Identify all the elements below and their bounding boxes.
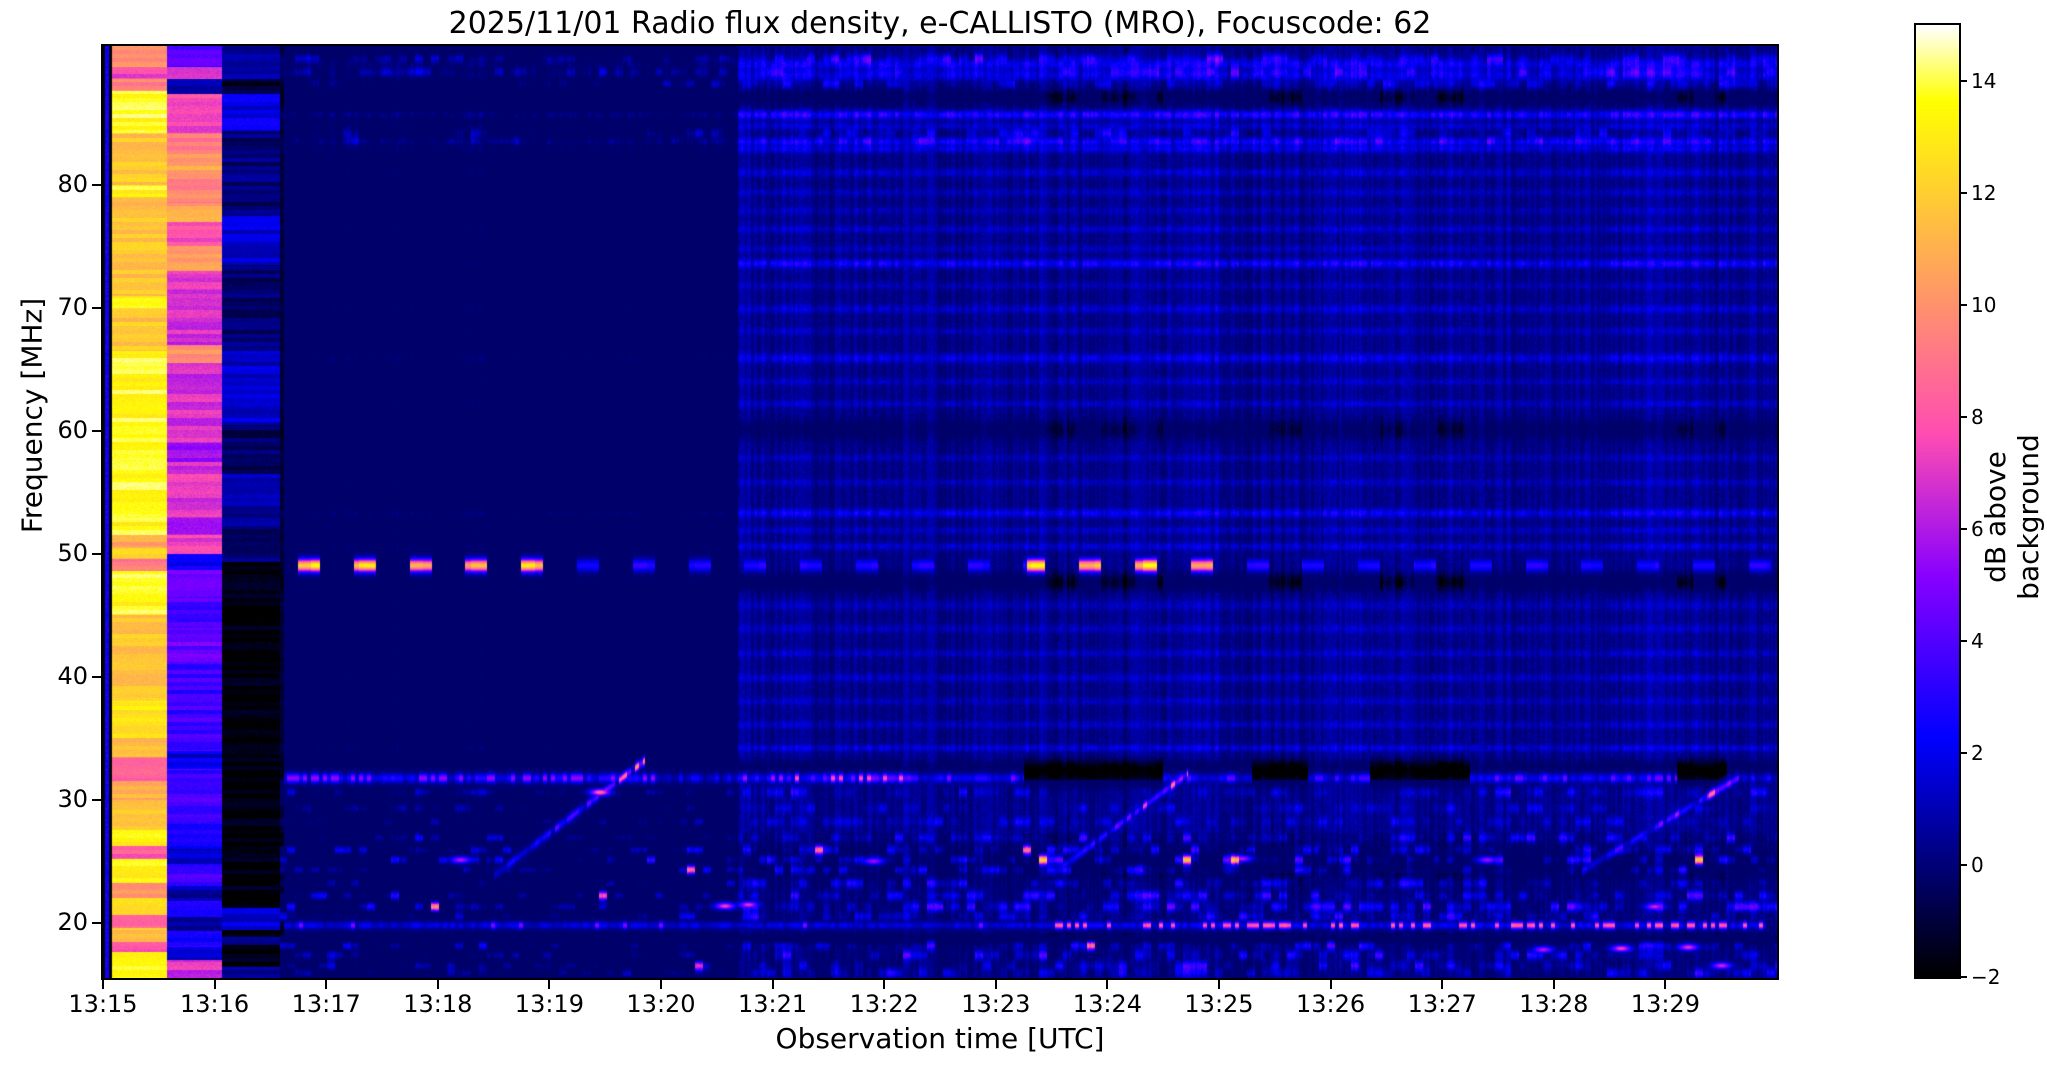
x-tick-label: 13:22	[849, 990, 919, 1018]
colorbar-tick-label: 4	[1971, 629, 1984, 653]
x-tick-mark	[883, 980, 886, 989]
colorbar	[1914, 23, 1961, 979]
colorbar-tick-label: 2	[1971, 741, 1984, 765]
colorbar-tick-mark	[1961, 80, 1967, 82]
x-tick-mark	[660, 980, 662, 989]
colorbar-tick-mark	[1961, 416, 1967, 418]
x-tick-label: 13:17	[291, 990, 361, 1018]
x-tick-mark	[1106, 980, 1109, 989]
y-tick-label: 80	[57, 169, 88, 198]
colorbar-tick-label: −2	[1971, 965, 2001, 989]
y-tick-mark	[92, 798, 101, 801]
x-tick-label: 13:28	[1519, 990, 1589, 1018]
x-tick-mark	[102, 980, 104, 989]
y-tick-label: 70	[57, 292, 88, 321]
spectrogram-figure: 2025/11/01 Radio flux density, e-CALLIST…	[0, 0, 2047, 1067]
colorbar-tick-mark	[1961, 192, 1967, 194]
x-tick-label: 13:21	[738, 990, 808, 1018]
x-axis-label: Observation time [UTC]	[775, 1022, 1105, 1055]
y-tick-mark	[92, 552, 101, 555]
x-tick-mark	[1664, 980, 1667, 989]
x-tick-label: 13:29	[1630, 990, 1700, 1018]
x-tick-mark	[1552, 980, 1555, 989]
x-tick-mark	[771, 980, 774, 989]
x-tick-label: 13:25	[1184, 990, 1254, 1018]
x-tick-label: 13:27	[1407, 990, 1477, 1018]
x-tick-label: 13:23	[961, 990, 1031, 1018]
colorbar-tick-label: 12	[1971, 181, 1997, 205]
y-tick-mark	[92, 675, 101, 678]
y-tick-label: 20	[57, 907, 88, 936]
y-tick-mark	[92, 429, 101, 432]
x-tick-label: 13:15	[68, 990, 138, 1018]
x-tick-label: 13:20	[626, 990, 696, 1018]
colorbar-tick-mark	[1961, 864, 1967, 866]
colorbar-tick-mark	[1961, 528, 1967, 530]
colorbar-tick-mark	[1961, 752, 1967, 754]
colorbar-tick-mark	[1961, 304, 1967, 306]
x-tick-mark	[548, 980, 551, 989]
x-tick-label: 13:24	[1072, 990, 1142, 1018]
chart-title: 2025/11/01 Radio flux density, e-CALLIST…	[448, 6, 1432, 41]
colorbar-gradient-canvas	[1916, 25, 1959, 977]
x-tick-mark	[1218, 980, 1220, 989]
x-tick-label: 13:19	[514, 990, 584, 1018]
y-tick-label: 30	[57, 784, 88, 813]
y-tick-mark	[92, 183, 101, 186]
colorbar-tick-label: 0	[1971, 853, 1984, 877]
y-tick-mark	[92, 921, 101, 924]
y-tick-label: 40	[57, 661, 88, 690]
x-tick-mark	[436, 980, 439, 989]
x-tick-mark	[1329, 980, 1332, 989]
colorbar-tick-label: 8	[1971, 405, 1984, 429]
colorbar-tick-label: 10	[1971, 293, 1997, 317]
y-tick-mark	[92, 306, 101, 309]
colorbar-tick-label: 6	[1971, 517, 1984, 541]
colorbar-tick-label: 14	[1971, 69, 1997, 93]
y-tick-label: 50	[57, 538, 88, 567]
colorbar-tick-mark	[1961, 640, 1967, 642]
x-tick-label: 13:16	[180, 990, 250, 1018]
x-tick-mark	[994, 980, 997, 989]
spectrogram-canvas	[103, 46, 1777, 978]
x-tick-mark	[213, 980, 216, 989]
x-tick-mark	[325, 980, 328, 989]
x-tick-label: 13:26	[1296, 990, 1366, 1018]
x-tick-label: 13:18	[403, 990, 473, 1018]
colorbar-tick-mark	[1961, 976, 1967, 978]
y-tick-label: 60	[57, 415, 88, 444]
plot-area	[101, 44, 1779, 980]
x-tick-mark	[1441, 980, 1444, 989]
